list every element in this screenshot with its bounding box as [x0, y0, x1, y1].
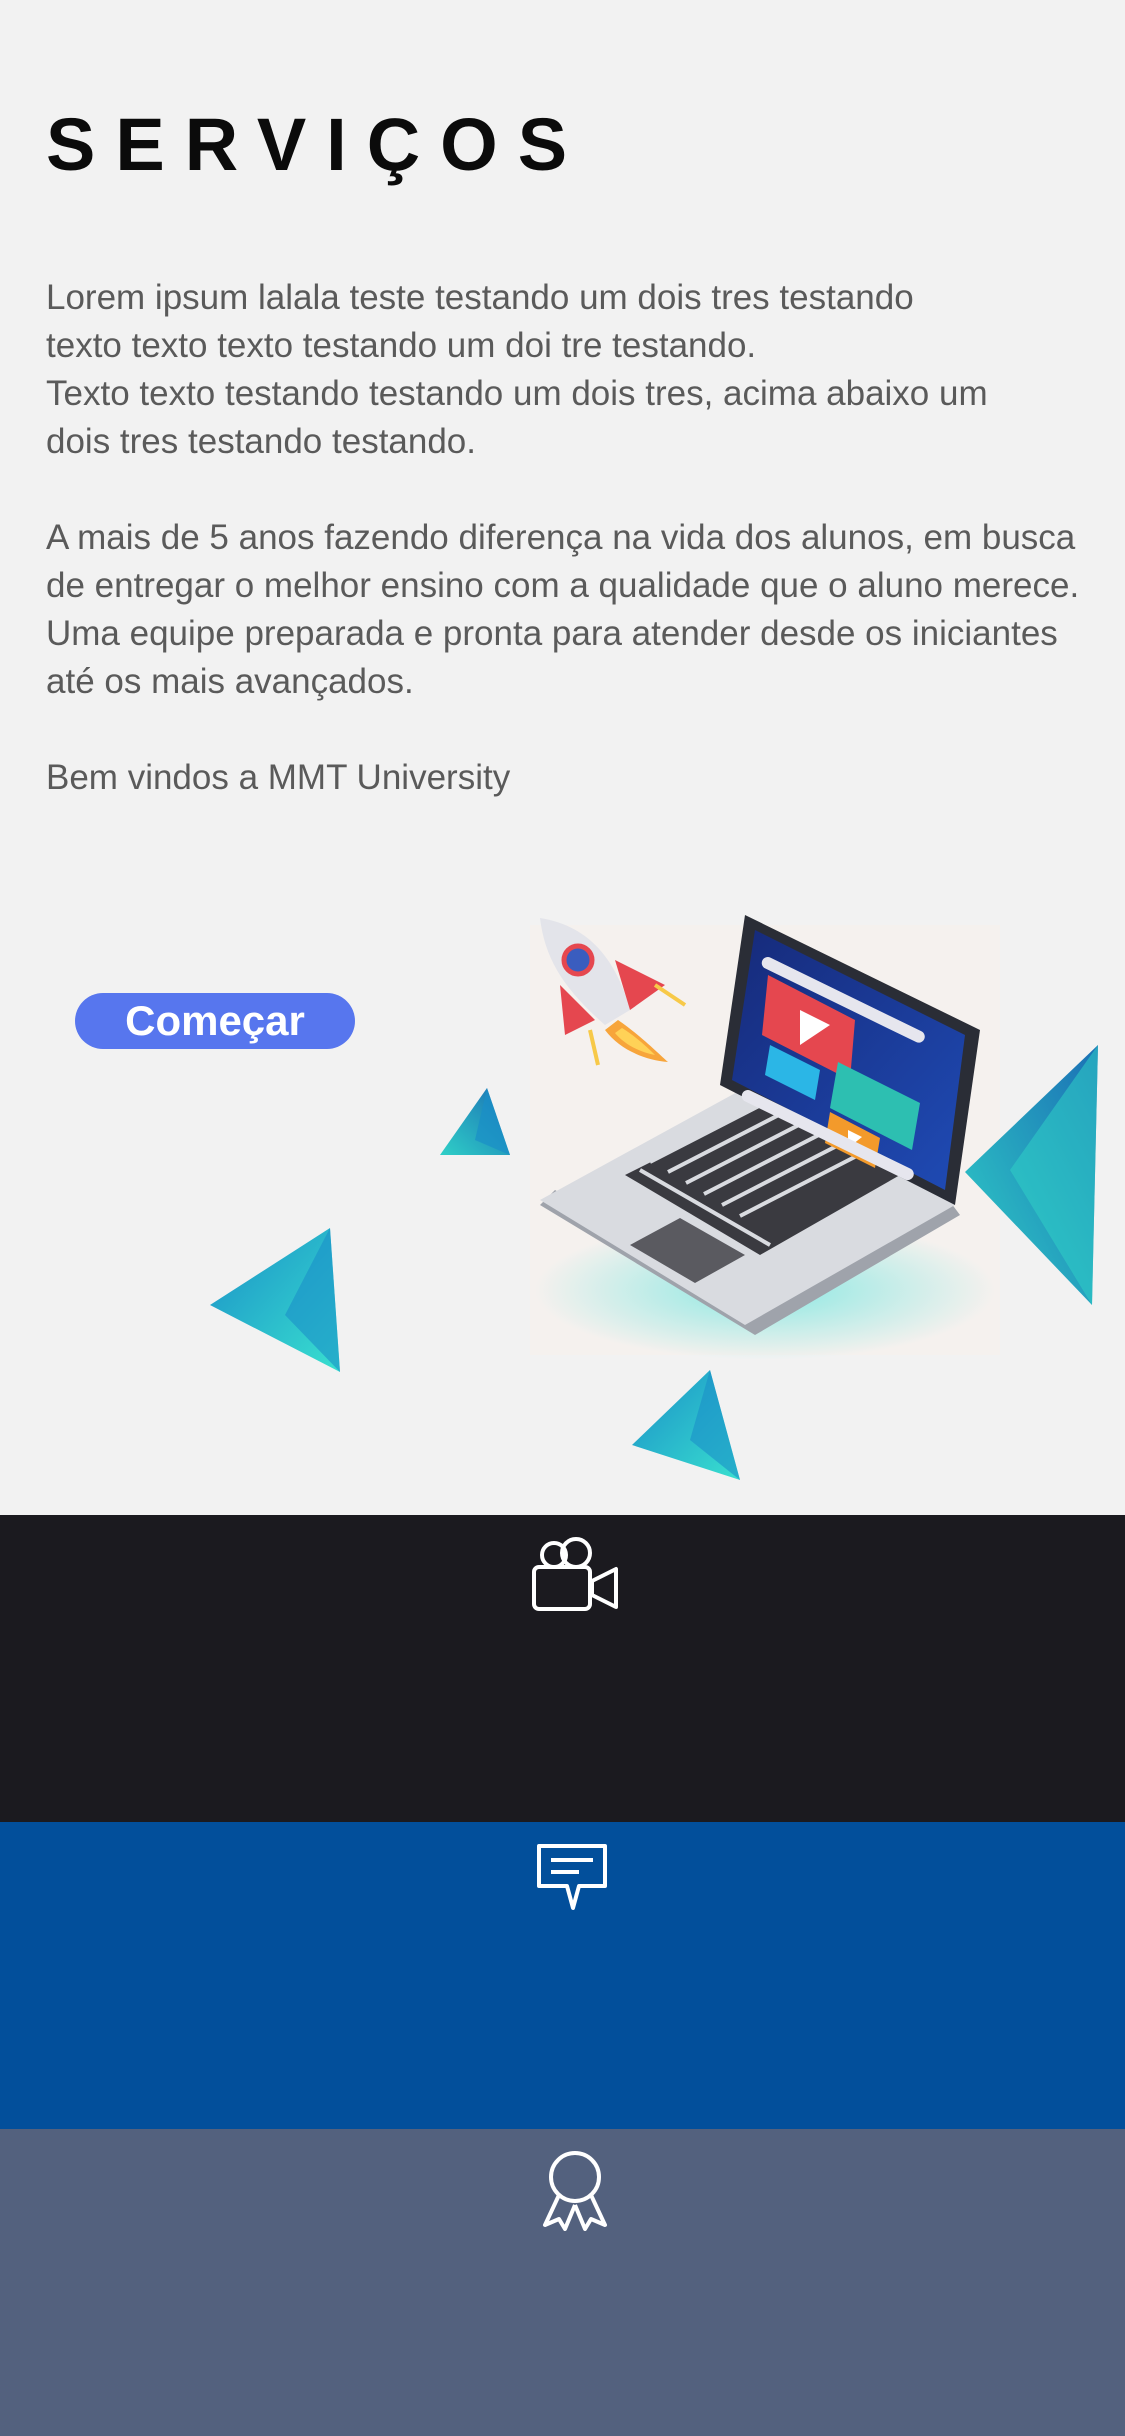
video-section[interactable] [0, 1515, 1125, 1822]
intro-line: texto texto texto testando um doi tre te… [46, 326, 757, 365]
chat-message-icon [533, 1842, 611, 1914]
award-ribbon-icon [539, 2149, 611, 2231]
intro-line: Lorem ipsum lalala teste testando um doi… [46, 278, 914, 317]
intro-text: Lorem ipsum lalala teste testando um doi… [46, 274, 1086, 802]
award-section[interactable] [0, 2129, 1125, 2436]
intro-line: Texto texto testando testando um dois tr… [46, 374, 988, 413]
services-hero: SERVIÇOS Lorem ipsum lalala teste testan… [0, 0, 1125, 1515]
welcome-line: Bem vindos a MMT University [46, 758, 511, 797]
intro-line: Uma equipe preparada e pronta para atend… [46, 614, 1058, 653]
page-title: SERVIÇOS [46, 103, 588, 186]
chat-section[interactable] [0, 1822, 1125, 2129]
services-page: SERVIÇOS Lorem ipsum lalala teste testan… [0, 0, 1125, 2436]
laptop-illustration-svg [210, 915, 1098, 1480]
video-camera-icon [530, 1535, 622, 1615]
intro-line: A mais de 5 anos fazendo diferença na vi… [46, 518, 1076, 557]
intro-line: de entregar o melhor ensino com a qualid… [46, 566, 1080, 605]
intro-line: dois tres testando testando. [46, 422, 476, 461]
laptop-illustration [0, 860, 1125, 1515]
intro-line: até os mais avançados. [46, 662, 414, 701]
